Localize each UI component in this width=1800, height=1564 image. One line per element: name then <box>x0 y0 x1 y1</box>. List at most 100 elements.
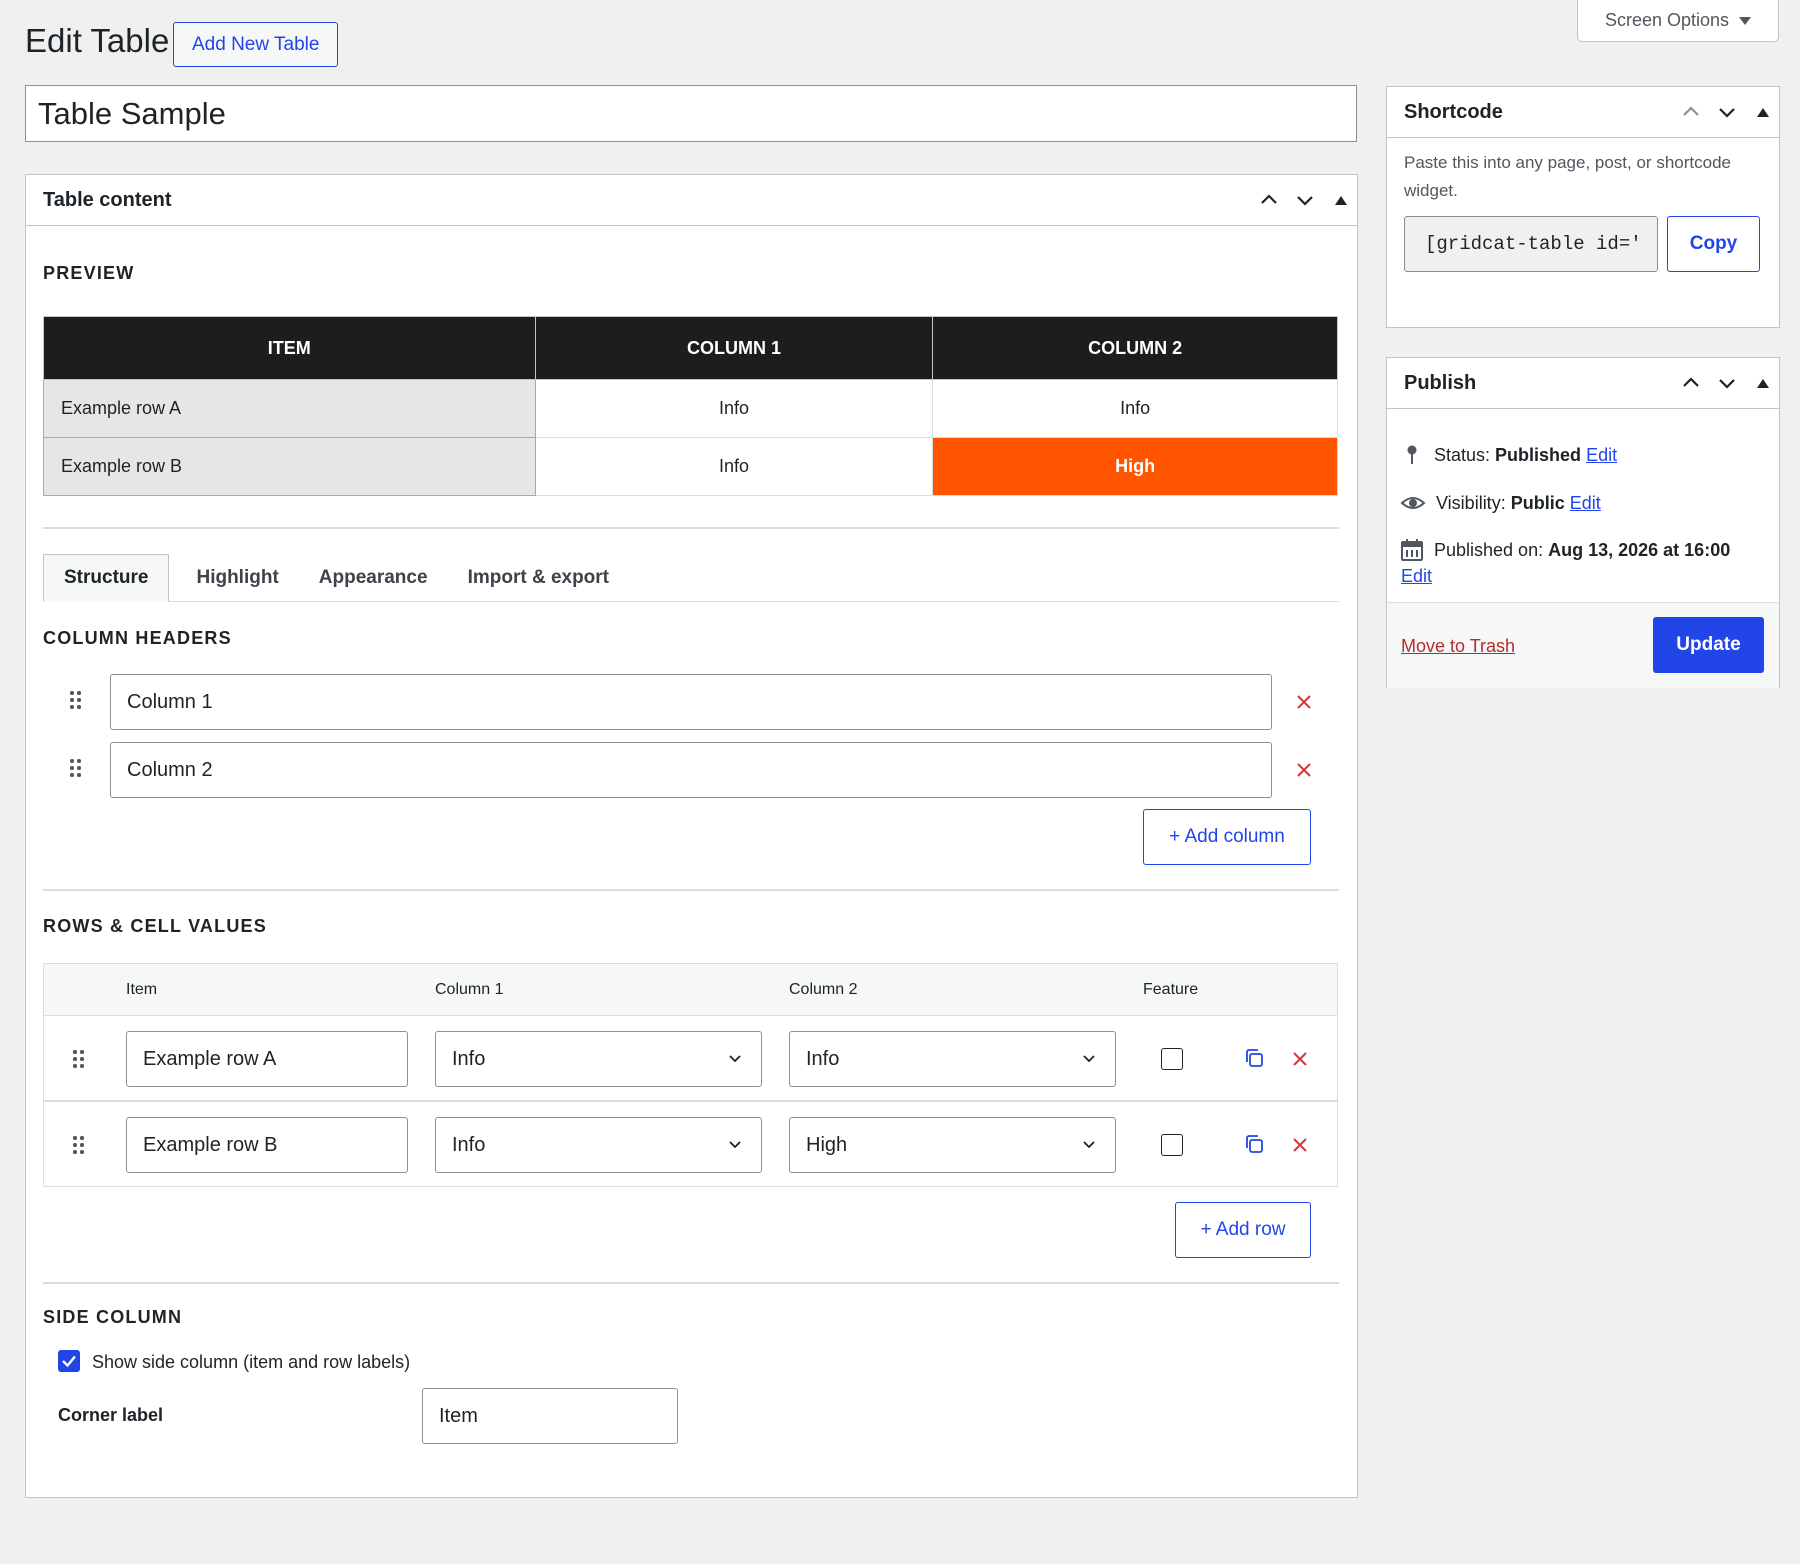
preview-row-label: Example row A <box>43 379 536 438</box>
table-content-header: Table content <box>26 175 1357 226</box>
chevron-down-icon <box>1083 1055 1095 1063</box>
published-line: Published on: Aug 13, 2026 at 16:00 <box>1400 538 1730 562</box>
remove-column-icon[interactable] <box>1295 693 1313 711</box>
move-down-icon[interactable] <box>1717 373 1737 393</box>
chevron-down-icon <box>729 1141 741 1149</box>
copy-shortcode-button[interactable]: Copy <box>1667 216 1760 272</box>
row-column-2-select[interactable]: High <box>789 1117 1116 1173</box>
publish-actions: Move to Trash Update <box>1387 602 1779 688</box>
move-down-icon[interactable] <box>1717 102 1737 122</box>
add-row-button[interactable]: + Add row <box>1175 1202 1311 1258</box>
collapse-toggle-icon[interactable] <box>1335 195 1347 205</box>
table-content-box: Table content PREVIEW ITEM COLUMN 1 COLU… <box>25 174 1358 1498</box>
caret-down-icon <box>1739 16 1752 25</box>
select-value: High <box>806 1133 848 1156</box>
shortcode-field[interactable]: [gridcat-table id=' <box>1404 216 1658 272</box>
visibility-value: Public <box>1510 492 1565 513</box>
move-up-icon[interactable] <box>1681 102 1701 122</box>
chevron-down-icon <box>729 1055 741 1063</box>
status-line: Status: Published Edit <box>1400 443 1617 467</box>
edit-date-link[interactable]: Edit <box>1401 566 1432 587</box>
divider <box>43 527 1339 529</box>
drag-handle-icon[interactable] <box>73 1050 85 1070</box>
drag-handle-icon[interactable] <box>70 759 82 779</box>
row-divider <box>44 1100 1337 1102</box>
collapse-toggle-icon[interactable] <box>1757 378 1769 388</box>
rows-table-header: Item Column 1 Column 2 Feature <box>44 964 1337 1016</box>
row-column-1-select[interactable]: Info <box>435 1031 762 1087</box>
shortcode-description: Paste this into any page, post, or short… <box>1404 153 1731 200</box>
preview-header-column-1: COLUMN 1 <box>534 316 934 380</box>
remove-row-icon[interactable] <box>1291 1136 1309 1154</box>
divider <box>43 889 1339 891</box>
tab-structure[interactable]: Structure <box>43 554 170 602</box>
duplicate-row-icon[interactable] <box>1243 1047 1265 1069</box>
shortcode-heading: Shortcode <box>1404 100 1503 123</box>
column-header-input[interactable]: Column 1 <box>110 674 1272 730</box>
update-button[interactable]: Update <box>1653 617 1764 673</box>
row-column-2-select[interactable]: Info <box>789 1031 1116 1087</box>
side-column-label: SIDE COLUMN <box>43 1307 183 1327</box>
rows-table: Item Column 1 Column 2 Feature Example r… <box>43 963 1338 1187</box>
remove-row-icon[interactable] <box>1291 1050 1309 1068</box>
move-up-icon[interactable] <box>1681 373 1701 393</box>
row-item-input[interactable]: Example row B <box>126 1117 408 1173</box>
table-title-input[interactable]: Table Sample <box>25 85 1357 142</box>
edit-status-link[interactable]: Edit <box>1586 445 1617 465</box>
preview-row-label: Example row B <box>43 437 536 496</box>
status-value: Published <box>1495 444 1582 465</box>
row-item-input[interactable]: Example row A <box>126 1031 408 1087</box>
checkmark-icon <box>62 1355 76 1368</box>
show-side-column-checkbox[interactable] <box>58 1350 80 1372</box>
duplicate-row-icon[interactable] <box>1243 1133 1265 1155</box>
shortcode-header: Shortcode <box>1387 87 1779 138</box>
shortcode-box: Shortcode Paste this into any page, post… <box>1386 86 1780 328</box>
select-value: Info <box>452 1133 486 1156</box>
publish-box: Publish Status: Published Edit Visibilit… <box>1386 357 1780 688</box>
drag-handle-icon[interactable] <box>73 1136 85 1156</box>
tab-appearance[interactable]: Appearance <box>299 554 448 602</box>
screen-options-button[interactable]: Screen Options <box>1577 0 1779 42</box>
preview-cell-highlighted: High <box>932 437 1338 496</box>
page-title: Edit Table <box>25 22 170 59</box>
drag-handle-icon[interactable] <box>70 691 82 711</box>
rows-label: ROWS & CELL VALUES <box>43 916 267 936</box>
edit-visibility-link[interactable]: Edit <box>1570 493 1601 513</box>
published-value: Aug 13, 2026 at 16:00 <box>1548 539 1731 560</box>
column-header-input[interactable]: Column 2 <box>110 742 1272 798</box>
rows-header-item: Item <box>126 981 158 998</box>
status-label: Status: <box>1434 444 1491 465</box>
visibility-label: Visibility: <box>1436 492 1506 513</box>
publish-header: Publish <box>1387 358 1779 409</box>
move-up-icon[interactable] <box>1259 190 1279 210</box>
row-column-1-select[interactable]: Info <box>435 1117 762 1173</box>
rows-header-feature: Feature <box>1143 981 1199 998</box>
published-label: Published on: <box>1434 539 1544 560</box>
pin-icon <box>1407 445 1417 464</box>
add-column-button[interactable]: + Add column <box>1143 809 1311 865</box>
tab-highlight[interactable]: Highlight <box>169 554 298 602</box>
show-side-column-text: Show side column (item and row labels) <box>92 1352 411 1372</box>
preview-label: PREVIEW <box>43 263 135 283</box>
tab-import-export[interactable]: Import & export <box>448 554 629 602</box>
select-value: Info <box>452 1047 486 1070</box>
rows-header-column-1: Column 1 <box>435 981 504 998</box>
corner-label-text: Corner label <box>58 1405 164 1425</box>
add-new-table-button[interactable]: Add New Table <box>173 22 339 67</box>
eye-icon <box>1400 497 1426 509</box>
tab-bar: Structure Highlight Appearance Import & … <box>43 554 1339 602</box>
chevron-down-icon <box>1083 1141 1095 1149</box>
move-to-trash-link[interactable]: Move to Trash <box>1401 636 1515 657</box>
publish-heading: Publish <box>1404 371 1477 394</box>
collapse-toggle-icon[interactable] <box>1757 107 1769 117</box>
preview-table: ITEM COLUMN 1 COLUMN 2 Example row A Inf… <box>43 316 1338 496</box>
preview-cell: Info <box>534 437 934 496</box>
preview-header-column-2: COLUMN 2 <box>932 316 1338 380</box>
rows-header-column-2: Column 2 <box>789 981 858 998</box>
feature-checkbox[interactable] <box>1161 1048 1183 1070</box>
corner-label-input[interactable]: Item <box>422 1388 678 1444</box>
remove-column-icon[interactable] <box>1295 761 1313 779</box>
feature-checkbox[interactable] <box>1161 1134 1183 1156</box>
move-down-icon[interactable] <box>1295 190 1315 210</box>
screen-options-label: Screen Options <box>1604 10 1730 30</box>
